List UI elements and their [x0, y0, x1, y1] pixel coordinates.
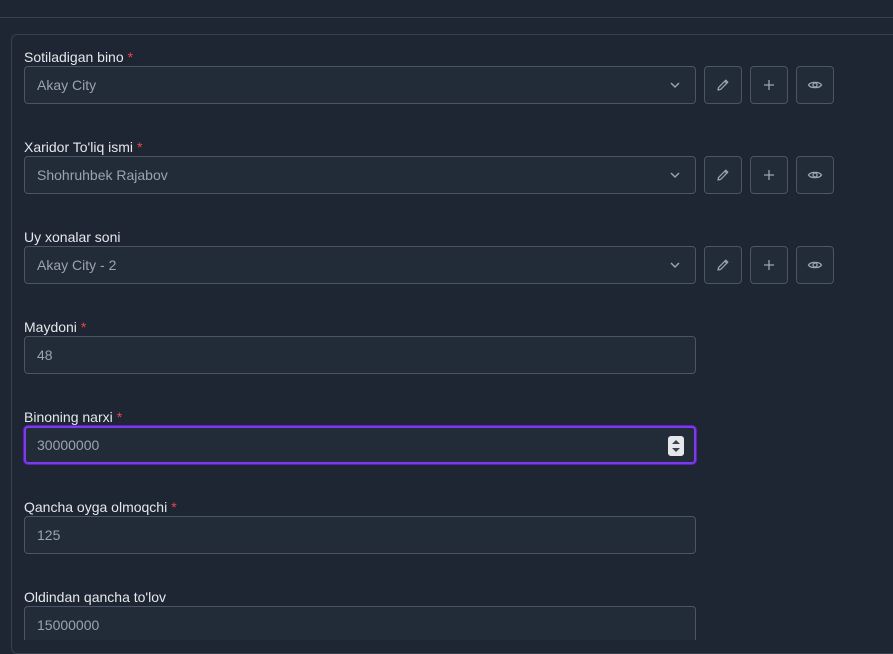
building-select[interactable]: Akay City — [24, 66, 696, 104]
field-uy-xonalar: Uy xonalar soni Akay City - 2 — [24, 227, 834, 284]
number-spinner[interactable] — [668, 436, 684, 456]
chevron-down-icon — [670, 262, 680, 269]
buyer-select[interactable]: Shohruhbek Rajabov — [24, 156, 696, 194]
rooms-select[interactable]: Akay City - 2 — [24, 246, 696, 284]
selected-value: Akay City - 2 — [37, 257, 117, 273]
field-label: Xaridor To'liq ismi * — [24, 137, 142, 157]
edit-button[interactable] — [704, 66, 742, 104]
field-maydoni: Maydoni * 48 — [24, 317, 696, 374]
plus-icon — [764, 260, 774, 270]
field-row: Akay City — [24, 66, 844, 104]
field-label: Qancha oyga olmoqchi * — [24, 497, 177, 517]
field-row: Shohruhbek Rajabov — [24, 156, 844, 194]
field-sotiladigan-bino: Sotiladigan bino * Akay City — [24, 47, 834, 104]
field-label: Sotiladigan bino * — [24, 47, 133, 67]
field-xaridor: Xaridor To'liq ismi * Shohruhbek Rajabov — [24, 137, 834, 194]
eye-icon — [807, 81, 823, 89]
prepayment-input[interactable]: 15000000 — [24, 606, 696, 640]
top-bar — [0, 0, 893, 18]
field-label: Binoning narxi * — [24, 407, 122, 427]
field-row: 48 — [24, 336, 844, 374]
price-input[interactable]: 30000000 — [24, 426, 696, 464]
selected-value: Shohruhbek Rajabov — [37, 167, 168, 183]
pencil-icon — [717, 79, 729, 91]
view-button[interactable] — [796, 66, 834, 104]
add-button[interactable] — [750, 66, 788, 104]
field-qancha-oyga: Qancha oyga olmoqchi * 125 — [24, 497, 696, 554]
input-value: 15000000 — [37, 617, 100, 633]
label-text: Binoning narxi — [24, 409, 113, 425]
required-mark: * — [80, 319, 87, 335]
input-value: 125 — [37, 527, 61, 543]
label-text: Uy xonalar soni — [24, 229, 121, 245]
field-label: Uy xonalar soni — [24, 227, 121, 247]
spinner-down-icon[interactable] — [672, 448, 680, 452]
edit-button[interactable] — [704, 156, 742, 194]
edit-button[interactable] — [704, 246, 742, 284]
label-text: Sotiladigan bino — [24, 49, 124, 65]
plus-icon — [764, 170, 774, 180]
spinner-up-icon[interactable] — [672, 440, 680, 444]
area-input[interactable]: 48 — [24, 336, 696, 374]
input-value: 30000000 — [37, 437, 100, 453]
pencil-icon — [717, 259, 729, 271]
chevron-down-icon — [670, 172, 680, 179]
eye-icon — [807, 171, 823, 179]
required-mark: * — [171, 499, 177, 515]
plus-icon — [764, 80, 774, 90]
eye-icon — [807, 261, 823, 269]
label-text: Xaridor To'liq ismi — [24, 139, 134, 155]
view-button[interactable] — [796, 246, 834, 284]
view-button[interactable] — [796, 156, 834, 194]
required-mark: * — [116, 409, 123, 425]
label-text: Maydoni — [24, 319, 77, 335]
field-row: Akay City - 2 — [24, 246, 844, 284]
selected-value: Akay City — [37, 77, 97, 93]
chevron-down-icon — [670, 82, 680, 89]
add-button[interactable] — [750, 156, 788, 194]
pencil-icon — [717, 169, 729, 181]
field-row: 15000000 — [24, 606, 844, 640]
field-oldindan-tolov: Oldindan qancha to'lov 15000000 — [24, 587, 696, 640]
label-text: Qancha oyga olmoqchi — [24, 499, 168, 515]
field-row: 30000000 — [24, 426, 844, 464]
add-button[interactable] — [750, 246, 788, 284]
field-label: Oldindan qancha to'lov — [24, 587, 166, 607]
input-value: 48 — [37, 347, 53, 363]
field-binoning-narxi: Binoning narxi * 30000000 — [24, 407, 696, 464]
months-input[interactable]: 125 — [24, 516, 696, 554]
field-label: Maydoni * — [24, 317, 86, 337]
label-text: Oldindan qancha to'lov — [24, 589, 166, 605]
required-mark: * — [137, 139, 143, 155]
required-mark: * — [127, 49, 134, 65]
field-row: 125 — [24, 516, 844, 554]
